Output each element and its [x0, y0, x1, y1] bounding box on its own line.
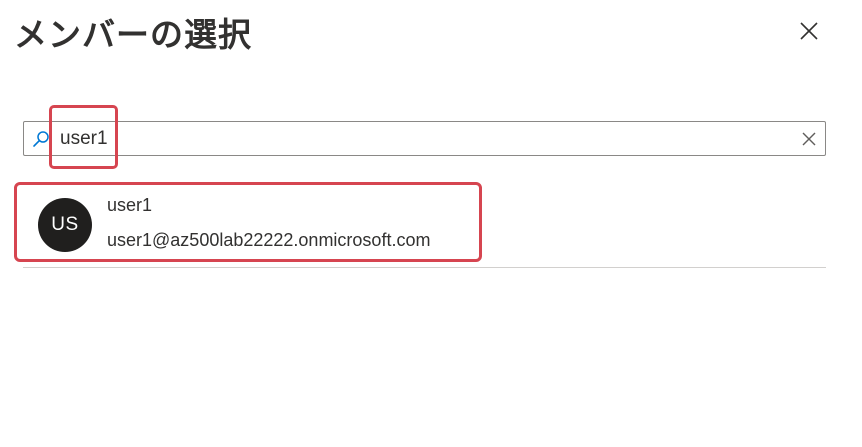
- search-input[interactable]: [60, 122, 790, 155]
- close-icon: [800, 22, 818, 40]
- result-email: user1@az500lab22222.onmicrosoft.com: [107, 230, 431, 250]
- search-icon: [33, 131, 49, 147]
- select-members-panel: メンバーの選択 US user1 user1@az500lab22222.onm…: [0, 0, 862, 447]
- avatar-initials: US: [51, 214, 79, 235]
- search-box: [23, 121, 826, 156]
- avatar: US: [38, 198, 92, 252]
- close-button[interactable]: [794, 16, 824, 46]
- clear-search-icon[interactable]: [800, 130, 818, 148]
- divider: [23, 267, 826, 268]
- result-name: user1: [107, 195, 153, 215]
- panel-title: メンバーの選択: [14, 16, 252, 53]
- list-item[interactable]: US user1 user1@az500lab22222.onmicrosoft…: [23, 186, 826, 258]
